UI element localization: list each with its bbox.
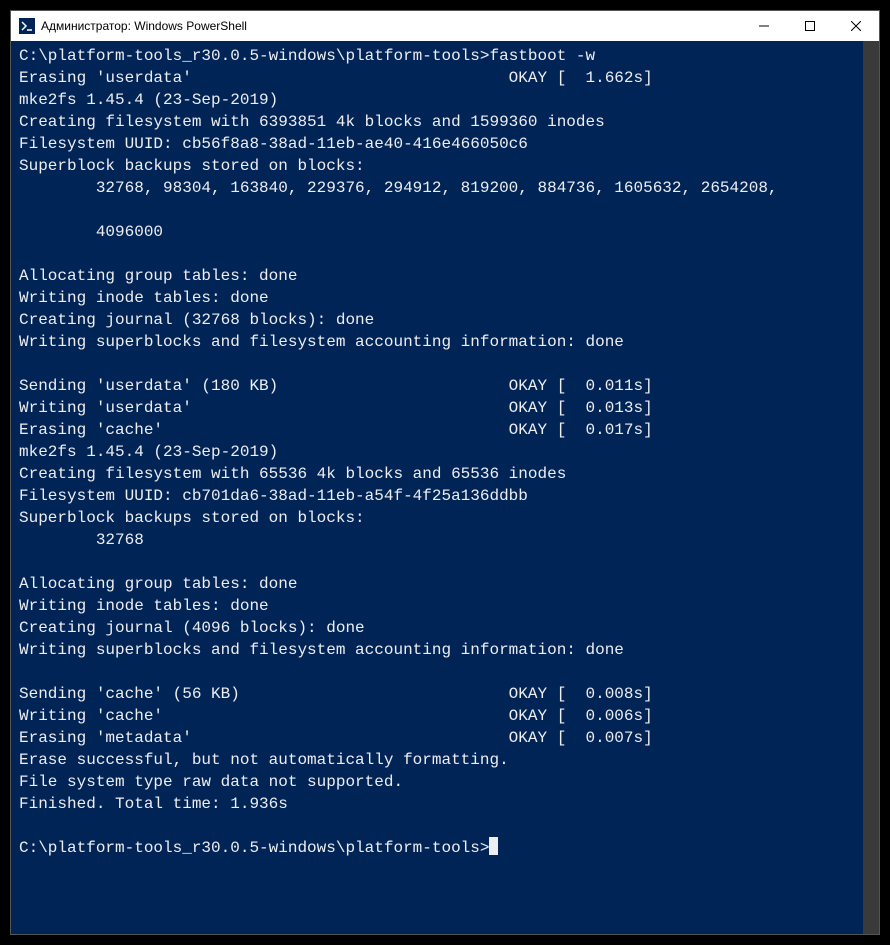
output-line: Creating filesystem with 6393851 4k bloc… xyxy=(19,113,605,131)
prompt-line: C:\platform-tools_r30.0.5-windows\platfo… xyxy=(19,839,498,857)
prompt-line: C:\platform-tools_r30.0.5-windows\platfo… xyxy=(19,47,595,65)
titlebar[interactable]: Администратор: Windows PowerShell xyxy=(11,11,879,41)
output-line: 4096000 xyxy=(19,223,163,241)
scrollbar[interactable] xyxy=(863,41,879,934)
output-line: Filesystem UUID: cb701da6-38ad-11eb-a54f… xyxy=(19,487,528,505)
output-line: Writing 'userdata' OKAY [ 0.013s] xyxy=(19,399,653,417)
cursor xyxy=(489,837,498,855)
output-line: Finished. Total time: 1.936s xyxy=(19,795,288,813)
output-line: Writing superblocks and filesystem accou… xyxy=(19,333,624,351)
output-line: Superblock backups stored on blocks: xyxy=(19,157,365,175)
output-line: Erasing 'metadata' OKAY [ 0.007s] xyxy=(19,729,653,747)
output-line: mke2fs 1.45.4 (23-Sep-2019) xyxy=(19,91,278,109)
output-line: Creating filesystem with 65536 4k blocks… xyxy=(19,465,566,483)
output-line: File system type raw data not supported. xyxy=(19,773,403,791)
output-line: Sending 'cache' (56 KB) OKAY [ 0.008s] xyxy=(19,685,653,703)
output-line: Writing inode tables: done xyxy=(19,289,269,307)
scrollbar-thumb[interactable] xyxy=(863,41,879,934)
powershell-window: Администратор: Windows PowerShell C:\pla… xyxy=(10,10,880,935)
output-line: Superblock backups stored on blocks: xyxy=(19,509,365,527)
output-line: Allocating group tables: done xyxy=(19,267,297,285)
output-line: Erasing 'userdata' OKAY [ 1.662s] xyxy=(19,69,653,87)
window-controls xyxy=(741,11,879,41)
output-line: Allocating group tables: done xyxy=(19,575,297,593)
output-line: Erasing 'cache' OKAY [ 0.017s] xyxy=(19,421,653,439)
output-line: Sending 'userdata' (180 KB) OKAY [ 0.011… xyxy=(19,377,653,395)
close-button[interactable] xyxy=(833,11,879,41)
output-line: Writing inode tables: done xyxy=(19,597,269,615)
minimize-button[interactable] xyxy=(741,11,787,41)
window-title: Администратор: Windows PowerShell xyxy=(41,19,741,33)
output-line: Creating journal (32768 blocks): done xyxy=(19,311,374,329)
output-line: Erase successful, but not automatically … xyxy=(19,751,509,769)
output-line: Writing superblocks and filesystem accou… xyxy=(19,641,624,659)
output-line: Writing 'cache' OKAY [ 0.006s] xyxy=(19,707,653,725)
output-line: mke2fs 1.45.4 (23-Sep-2019) xyxy=(19,443,278,461)
output-line: Creating journal (4096 blocks): done xyxy=(19,619,365,637)
output-line: 32768 xyxy=(19,531,144,549)
output-line: Filesystem UUID: cb56f8a8-38ad-11eb-ae40… xyxy=(19,135,528,153)
powershell-icon xyxy=(19,18,35,34)
terminal-output[interactable]: C:\platform-tools_r30.0.5-windows\platfo… xyxy=(11,41,879,934)
maximize-button[interactable] xyxy=(787,11,833,41)
output-line: 32768, 98304, 163840, 229376, 294912, 81… xyxy=(19,179,778,197)
